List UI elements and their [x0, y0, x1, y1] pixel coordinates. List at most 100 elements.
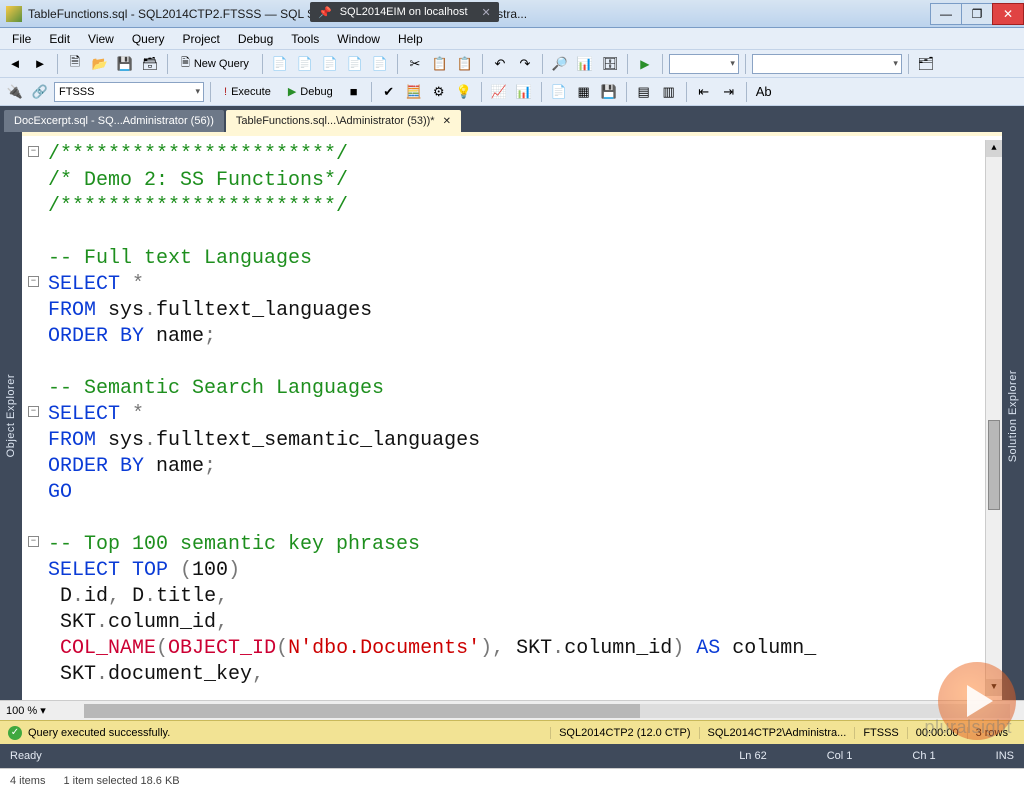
- results-to-text-icon[interactable]: 📄: [548, 81, 570, 103]
- intellisense-icon[interactable]: 💡: [453, 81, 475, 103]
- increase-indent-icon[interactable]: ⇥: [718, 81, 740, 103]
- save-all-icon[interactable]: 🗃: [139, 53, 161, 75]
- menu-file[interactable]: File: [4, 30, 39, 48]
- hscroll-thumb[interactable]: [84, 704, 640, 718]
- find-icon[interactable]: 🔎: [549, 53, 571, 75]
- standard-toolbar: ◄ ► 🗎 📂 💾 🗃 🗎 New Query 📄 📄 📄 📄 📄 ✂ 📋 📋 …: [0, 50, 1024, 78]
- scroll-down-icon[interactable]: ▼: [986, 679, 1002, 696]
- menu-bar: File Edit View Query Project Debug Tools…: [0, 28, 1024, 50]
- outline-collapse-icon[interactable]: −: [28, 146, 39, 157]
- connect-icon[interactable]: 🔌: [4, 81, 26, 103]
- specify-values-icon[interactable]: Ab: [753, 81, 775, 103]
- explorer-item-count: 4 items: [10, 775, 45, 787]
- database-combo[interactable]: FTSSS: [54, 82, 204, 102]
- menu-window[interactable]: Window: [329, 30, 388, 48]
- paste-icon[interactable]: 📋: [454, 53, 476, 75]
- outline-collapse-icon[interactable]: −: [28, 276, 39, 287]
- tab-tablefunctions[interactable]: TableFunctions.sql...\Administrator (53)…: [226, 110, 461, 132]
- cut-icon[interactable]: ✂: [404, 53, 426, 75]
- debug-label: Debug: [300, 86, 332, 98]
- comment-icon[interactable]: ▤: [633, 81, 655, 103]
- query-options-icon[interactable]: ⚙: [428, 81, 450, 103]
- xmla-query-icon[interactable]: 📄: [369, 53, 391, 75]
- include-client-stats-icon[interactable]: 📊: [513, 81, 535, 103]
- analysis-query-icon[interactable]: 📄: [294, 53, 316, 75]
- dmx-query-icon[interactable]: 📄: [344, 53, 366, 75]
- db-query-icon[interactable]: 📄: [269, 53, 291, 75]
- connection-tab[interactable]: 📌 SQL2014EIM on localhost ✕: [310, 2, 499, 22]
- debug-button[interactable]: ▶ Debug: [281, 81, 340, 103]
- ide-status-bar: Ready Ln 62 Col 1 Ch 1 INS: [0, 744, 1024, 768]
- status-connection: SQL2014CTP2\Administra...: [699, 727, 855, 739]
- status-text: Query executed successfully.: [28, 727, 170, 739]
- menu-query[interactable]: Query: [124, 30, 173, 48]
- menu-project[interactable]: Project: [175, 30, 228, 48]
- status-rows: 3 rows: [967, 727, 1016, 739]
- find-combo[interactable]: [752, 54, 902, 74]
- zoom-bar: 100 % ▾: [0, 700, 1024, 720]
- results-to-grid-icon[interactable]: ▦: [573, 81, 595, 103]
- menu-help[interactable]: Help: [390, 30, 431, 48]
- tab-label: DocExcerpt.sql - SQ...Administrator (56)…: [14, 115, 214, 127]
- menu-view[interactable]: View: [80, 30, 122, 48]
- window-controls: — ❐ ✕: [931, 3, 1024, 25]
- open-icon[interactable]: 📂: [89, 53, 111, 75]
- estimated-plan-icon[interactable]: 🧮: [403, 81, 425, 103]
- copy-icon[interactable]: 📋: [429, 53, 451, 75]
- back-icon[interactable]: ◄: [4, 53, 26, 75]
- connection-label: SQL2014EIM on localhost: [340, 6, 468, 18]
- tab-close-icon[interactable]: ✕: [443, 116, 451, 127]
- uncomment-icon[interactable]: ▥: [658, 81, 680, 103]
- cancel-query-icon[interactable]: ■: [343, 81, 365, 103]
- tab-docexcerpt[interactable]: DocExcerpt.sql - SQ...Administrator (56)…: [4, 110, 224, 132]
- solution-explorer-tab[interactable]: Solution Explorer: [1002, 132, 1024, 700]
- pin-icon[interactable]: 📌: [318, 6, 332, 19]
- menu-debug[interactable]: Debug: [230, 30, 281, 48]
- execute-icon: !: [224, 86, 227, 98]
- maximize-button[interactable]: ❐: [961, 3, 993, 25]
- forward-icon[interactable]: ►: [29, 53, 51, 75]
- minimize-button[interactable]: —: [930, 3, 962, 25]
- status-insert-mode: INS: [996, 750, 1014, 762]
- outline-collapse-icon[interactable]: −: [28, 536, 39, 547]
- undo-icon[interactable]: ↶: [489, 53, 511, 75]
- outline-collapse-icon[interactable]: −: [28, 406, 39, 417]
- mdx-query-icon[interactable]: 📄: [319, 53, 341, 75]
- scroll-up-icon[interactable]: ▲: [986, 140, 1002, 157]
- menu-edit[interactable]: Edit: [41, 30, 78, 48]
- execute-label: Execute: [231, 86, 271, 98]
- menu-tools[interactable]: Tools: [283, 30, 327, 48]
- database-combo-value: FTSSS: [59, 86, 94, 98]
- status-db: FTSSS: [854, 727, 906, 739]
- scroll-thumb[interactable]: [988, 420, 1000, 510]
- zoom-combo[interactable]: 100 % ▾: [6, 704, 76, 717]
- new-project-icon[interactable]: 🗎: [64, 53, 86, 75]
- object-explorer-tab[interactable]: Object Explorer: [0, 132, 22, 700]
- decrease-indent-icon[interactable]: ⇤: [693, 81, 715, 103]
- close-button[interactable]: ✕: [992, 3, 1024, 25]
- vertical-scrollbar[interactable]: ▲ ▼: [985, 140, 1002, 696]
- new-query-label: New Query: [194, 58, 249, 70]
- sql-editor[interactable]: − − − − /***********************/ /* Dem…: [22, 132, 1002, 700]
- app-icon: [6, 6, 22, 22]
- parse-icon[interactable]: ✔: [378, 81, 400, 103]
- new-query-button[interactable]: 🗎 New Query: [174, 53, 256, 75]
- activity-icon[interactable]: 📊: [574, 53, 596, 75]
- save-icon[interactable]: 💾: [114, 53, 136, 75]
- object-explorer-label: Object Explorer: [5, 374, 17, 457]
- registered-servers-icon[interactable]: 🗄: [599, 53, 621, 75]
- redo-icon[interactable]: ↷: [514, 53, 536, 75]
- execute-button[interactable]: ! Execute: [217, 81, 278, 103]
- solution-config-combo[interactable]: [669, 54, 739, 74]
- include-actual-plan-icon[interactable]: 📈: [488, 81, 510, 103]
- code-content[interactable]: /***********************/ /* Demo 2: SS …: [48, 142, 1002, 688]
- start-icon[interactable]: ▶: [634, 53, 656, 75]
- zoom-value: 100 %: [6, 705, 37, 717]
- status-ch: Ch 1: [912, 750, 935, 762]
- misc-icon[interactable]: 🗂: [915, 53, 937, 75]
- query-status-message: ✓ Query executed successfully.: [8, 726, 170, 740]
- close-icon[interactable]: ✕: [482, 6, 491, 19]
- change-connection-icon[interactable]: 🔗: [29, 81, 51, 103]
- results-to-file-icon[interactable]: 💾: [598, 81, 620, 103]
- horizontal-scrollbar[interactable]: [84, 704, 1010, 718]
